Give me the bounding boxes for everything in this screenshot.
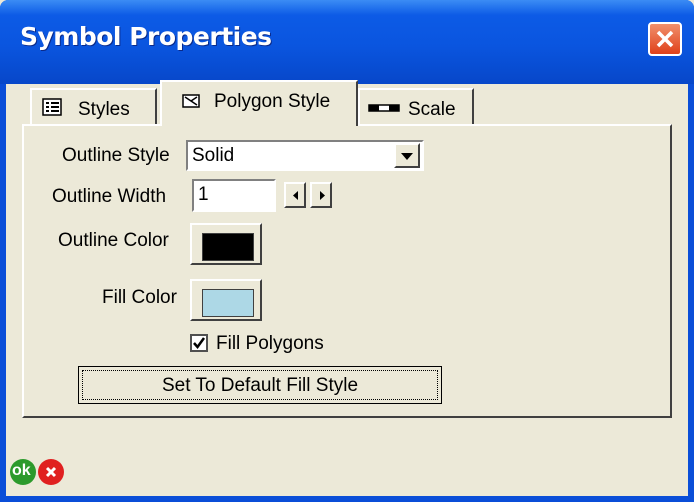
fill-polygons-checkbox[interactable] xyxy=(190,334,208,352)
outline-width-input[interactable]: 1 xyxy=(192,179,276,212)
window-frame-bottom xyxy=(0,496,694,502)
cancel-button[interactable] xyxy=(38,459,64,485)
arrow-right-icon xyxy=(320,191,325,200)
outline-width-value: 1 xyxy=(198,184,209,205)
chevron-down-icon xyxy=(401,153,413,160)
set-default-fill-style-button[interactable]: Set To Default Fill Style xyxy=(78,366,442,404)
outline-style-label: Outline Style xyxy=(62,145,170,166)
tab-polygon-style-label: Polygon Style xyxy=(214,91,331,112)
ok-button[interactable]: ok xyxy=(10,459,36,485)
tab-scale[interactable]: Scale xyxy=(358,88,474,124)
polygon-icon xyxy=(182,94,200,108)
window-title: Symbol Properties xyxy=(20,22,272,51)
tab-polygon-style[interactable]: Polygon Style xyxy=(160,80,358,126)
dropdown-button[interactable] xyxy=(394,143,420,168)
tab-styles[interactable]: Styles xyxy=(30,88,157,124)
checkmark-icon xyxy=(193,337,206,350)
fill-color-button[interactable] xyxy=(190,279,262,321)
close-button[interactable] xyxy=(648,22,682,56)
cancel-x-icon xyxy=(45,466,57,478)
window-frame-right xyxy=(688,84,694,502)
title-bar[interactable]: Symbol Properties xyxy=(0,0,694,84)
tab-styles-label: Styles xyxy=(78,99,130,120)
increase-width-button[interactable] xyxy=(310,182,332,208)
outline-style-value: Solid xyxy=(192,145,235,166)
list-icon xyxy=(42,98,62,116)
decrease-width-button[interactable] xyxy=(284,182,306,208)
set-default-fill-style-label: Set To Default Fill Style xyxy=(161,375,359,396)
close-icon xyxy=(656,30,674,48)
arrow-left-icon xyxy=(293,191,298,200)
ok-label: ok xyxy=(12,462,31,479)
scale-bar-icon xyxy=(368,104,400,112)
outline-style-select[interactable]: Solid xyxy=(186,140,424,171)
tab-scale-label: Scale xyxy=(408,99,456,120)
outline-width-label: Outline Width xyxy=(52,186,167,207)
outline-color-button[interactable] xyxy=(190,223,262,265)
fill-polygons-label: Fill Polygons xyxy=(216,333,324,354)
outline-color-label: Outline Color xyxy=(58,230,169,251)
outline-color-swatch xyxy=(202,233,254,261)
fill-color-swatch xyxy=(202,289,254,317)
fill-color-label: Fill Color xyxy=(102,287,177,308)
